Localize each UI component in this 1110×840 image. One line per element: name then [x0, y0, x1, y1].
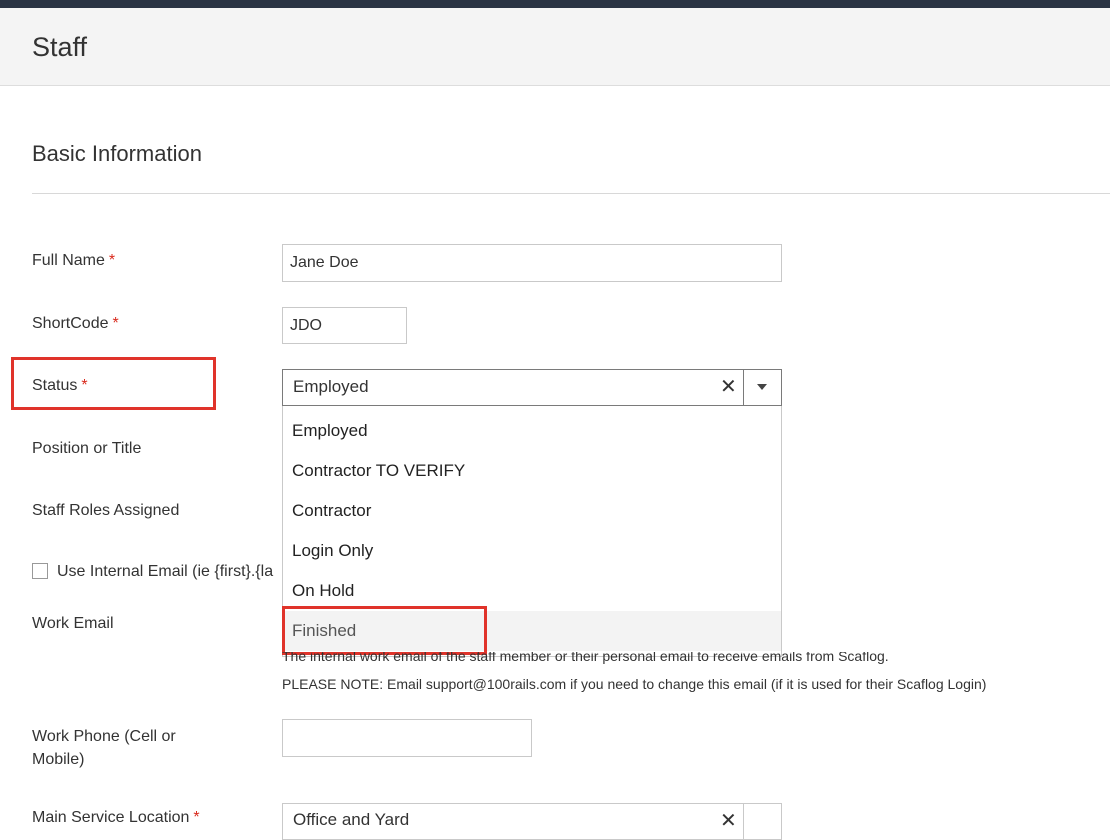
- full-name-label: Full Name *: [32, 249, 115, 272]
- finished-option-highlight: [282, 606, 487, 655]
- required-marker: *: [108, 252, 116, 269]
- status-selected-value: Employed: [293, 377, 369, 396]
- work-phone-label-line-2: Mobile): [32, 751, 85, 768]
- status-label: Status *: [32, 374, 88, 397]
- short-code-label-text: ShortCode: [32, 315, 109, 332]
- select-separator: [743, 804, 744, 839]
- section-divider: [32, 193, 1110, 194]
- short-code-input[interactable]: JDO: [282, 307, 407, 344]
- main-service-location-label-text: Main Service Location: [32, 809, 190, 826]
- status-select[interactable]: Employed ✕: [282, 369, 782, 406]
- main-service-location-label: Main Service Location *: [32, 806, 200, 829]
- internal-email-label: Use Internal Email (ie {first}.{la: [57, 563, 274, 580]
- status-label-text: Status: [32, 377, 78, 394]
- work-email-help-line-2: PLEASE NOTE: Email support@100rails.com …: [282, 676, 987, 692]
- work-email-help-line-1-text: The internal work email of the staff mem…: [282, 652, 889, 664]
- main-service-location-value: Office and Yard: [293, 810, 410, 829]
- chevron-down-icon[interactable]: [757, 384, 767, 390]
- short-code-label: ShortCode *: [32, 312, 119, 335]
- full-name-input[interactable]: Jane Doe: [282, 244, 782, 282]
- internal-email-checkbox[interactable]: [32, 563, 48, 579]
- page-header: Staff: [0, 8, 1110, 86]
- select-separator: [743, 370, 744, 405]
- position-label: Position or Title: [32, 440, 142, 457]
- required-marker: *: [81, 377, 88, 394]
- top-navigation-bar: [0, 0, 1110, 8]
- work-phone-input[interactable]: [282, 719, 532, 757]
- page-title: Staff: [32, 32, 88, 62]
- required-marker: *: [112, 315, 119, 332]
- status-option-employed[interactable]: Employed: [283, 411, 781, 451]
- status-option-login-only[interactable]: Login Only: [283, 531, 781, 571]
- status-option-contractor[interactable]: Contractor: [283, 491, 781, 531]
- status-option-on-hold[interactable]: On Hold: [283, 571, 781, 611]
- work-phone-label: Work Phone (Cell or Mobile): [32, 725, 176, 771]
- work-phone-label-line-1: Work Phone (Cell or: [32, 728, 176, 745]
- clear-icon[interactable]: ✕: [720, 375, 737, 399]
- main-service-location-select[interactable]: Office and Yard ✕: [282, 803, 782, 840]
- roles-label: Staff Roles Assigned: [32, 502, 180, 519]
- work-email-help-line-1: The internal work email of the staff mem…: [282, 652, 889, 666]
- section-title: Basic Information: [32, 141, 202, 166]
- status-option-contractor-to-verify[interactable]: Contractor TO VERIFY: [283, 451, 781, 491]
- clear-icon[interactable]: ✕: [720, 808, 737, 833]
- required-marker: *: [193, 809, 200, 826]
- full-name-label-text: Full Name: [32, 252, 105, 269]
- work-email-label: Work Email: [32, 615, 114, 632]
